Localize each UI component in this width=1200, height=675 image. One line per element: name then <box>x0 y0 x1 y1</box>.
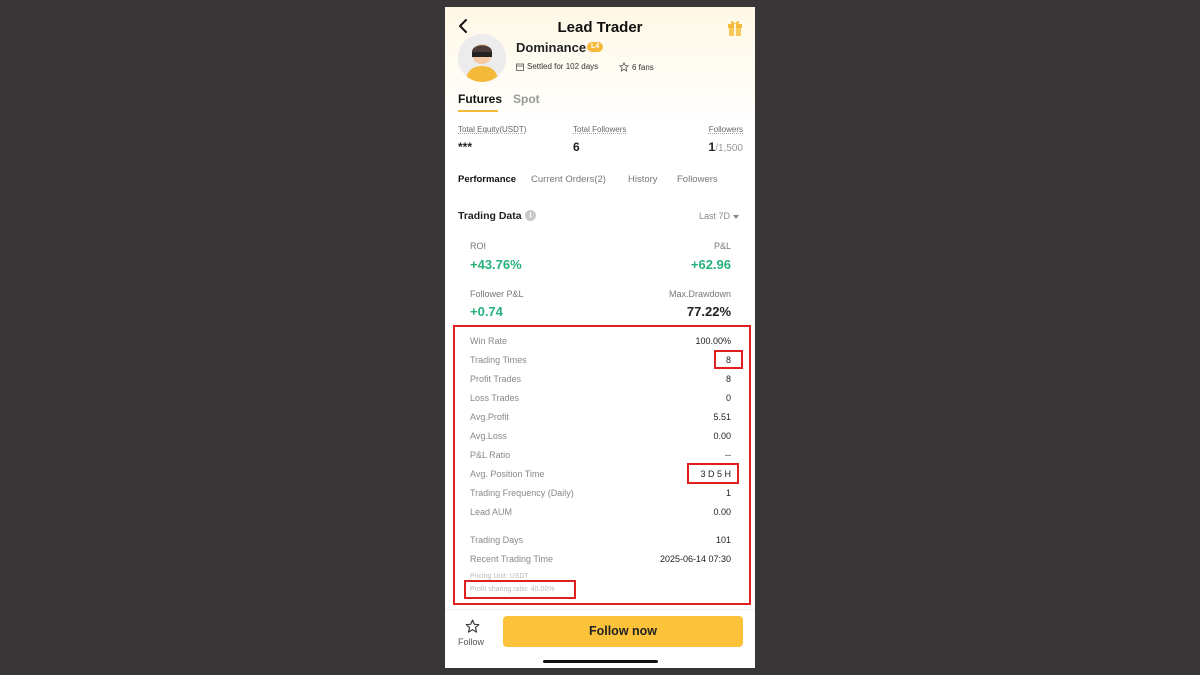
trader-name: Dominance <box>516 40 587 55</box>
max-drawdown-label: Max.Drawdown <box>668 289 731 299</box>
detail-row-loss-trades: Loss Trades 0 <box>470 393 731 407</box>
detail-label: Avg. Position Time <box>470 469 545 479</box>
max-drawdown-value: 77.22% <box>686 304 731 319</box>
star-outline-icon[interactable] <box>465 619 480 634</box>
level-badge: L4 <box>587 42 604 52</box>
phone-screen: Lead Trader Dominance L4 Settled for 102… <box>445 7 755 668</box>
settled-text: Settled for 102 days <box>527 62 599 71</box>
settled-info: Settled for 102 days <box>516 62 598 71</box>
detail-value: 0.00 <box>713 507 731 517</box>
follow-now-button[interactable]: Follow now <box>503 616 743 647</box>
detail-row-win-rate: Win Rate 100.00% <box>470 336 731 350</box>
detail-row-trading-times: Trading Times 8 <box>470 355 731 369</box>
detail-label: Trading Times <box>470 355 527 365</box>
roi-value: +43.76% <box>470 257 522 272</box>
calendar-icon <box>516 63 524 71</box>
total-equity-label: Total Equity(USDT) <box>458 125 527 134</box>
detail-row-trading-days: Trading Days 101 <box>470 535 731 549</box>
pnl-label: P&L <box>713 241 731 251</box>
roi-label: ROI <box>470 241 487 251</box>
detail-value: -- <box>725 450 731 460</box>
detail-value: 101 <box>715 535 731 545</box>
tab-futures[interactable]: Futures <box>458 92 502 106</box>
detail-value: 2025-06-14 07:30 <box>659 554 731 564</box>
info-icon[interactable]: i <box>525 210 536 221</box>
detail-label: Lead AUM <box>470 507 513 517</box>
tab-spot[interactable]: Spot <box>513 92 540 106</box>
star-outline-icon <box>619 62 629 72</box>
tab-followers[interactable]: Followers <box>677 174 718 185</box>
detail-row-avg-loss: Avg.Loss 0.00 <box>470 431 731 445</box>
fans-text: 6 fans <box>632 62 654 72</box>
total-equity-value: *** <box>458 140 473 154</box>
detail-label: Profit Trades <box>470 374 522 384</box>
trading-data-title: Trading Data <box>458 210 522 222</box>
tab-history[interactable]: History <box>628 174 658 185</box>
tab-current-orders[interactable]: Current Orders(2) <box>531 174 606 185</box>
profit-sharing-highlight <box>464 580 576 599</box>
detail-value: 100.00% <box>695 336 731 346</box>
caret-down-icon <box>733 214 740 219</box>
pricing-unit-note: Pricing Unit: USDT <box>470 573 529 580</box>
detail-label: Recent Trading Time <box>470 554 554 564</box>
position-time-highlight <box>687 463 739 484</box>
detail-label: Loss Trades <box>470 393 520 403</box>
detail-value: 0.00 <box>713 431 731 441</box>
pnl-value: +62.96 <box>690 257 731 272</box>
detail-label: Avg.Loss <box>470 431 507 441</box>
follower-pnl-label: Follower P&L <box>470 289 524 299</box>
follow-label[interactable]: Follow <box>458 637 484 647</box>
detail-label: Win Rate <box>470 336 508 346</box>
detail-label: Trading Frequency (Daily) <box>470 488 574 498</box>
detail-row-avg-profit: Avg.Profit 5.51 <box>470 412 731 426</box>
follower-pnl-value: +0.74 <box>470 304 503 319</box>
detail-label: P&L Ratio <box>470 450 511 460</box>
bottom-action-bar: Follow Follow now <box>445 609 755 668</box>
detail-value: 5.51 <box>713 412 731 422</box>
detail-row-trading-frequency: Trading Frequency (Daily) 1 <box>470 488 731 502</box>
followers-label: Followers <box>708 125 743 134</box>
active-tab-indicator <box>458 110 498 112</box>
home-indicator <box>543 660 658 663</box>
trading-times-highlight <box>714 350 743 369</box>
gift-icon[interactable] <box>727 19 743 36</box>
detail-row-recent-trading-time: Recent Trading Time 2025-06-14 07:30 <box>470 554 731 568</box>
tab-performance[interactable]: Performance <box>458 174 516 185</box>
page-title: Lead Trader <box>557 19 643 36</box>
detail-value: 1 <box>725 488 731 498</box>
detail-label: Avg.Profit <box>470 412 509 422</box>
fans-info: 6 fans <box>619 62 654 72</box>
detail-label: Trading Days <box>470 535 524 545</box>
followers-capacity: /1,500 <box>715 143 743 154</box>
detail-row-pnl-ratio: P&L Ratio -- <box>470 450 731 464</box>
avatar-illustration <box>458 34 506 82</box>
detail-row-profit-trades: Profit Trades 8 <box>470 374 731 388</box>
period-selector[interactable]: Last 7D <box>699 211 740 221</box>
avatar <box>458 34 506 82</box>
detail-value: 8 <box>725 374 731 384</box>
followers-value: 1/1,500 <box>709 140 744 154</box>
total-followers-value: 6 <box>573 140 580 154</box>
period-label: Last 7D <box>699 211 731 221</box>
detail-row-lead-aum: Lead AUM 0.00 <box>470 507 731 521</box>
total-followers-label: Total Followers <box>573 125 627 134</box>
detail-value: 0 <box>725 393 731 403</box>
